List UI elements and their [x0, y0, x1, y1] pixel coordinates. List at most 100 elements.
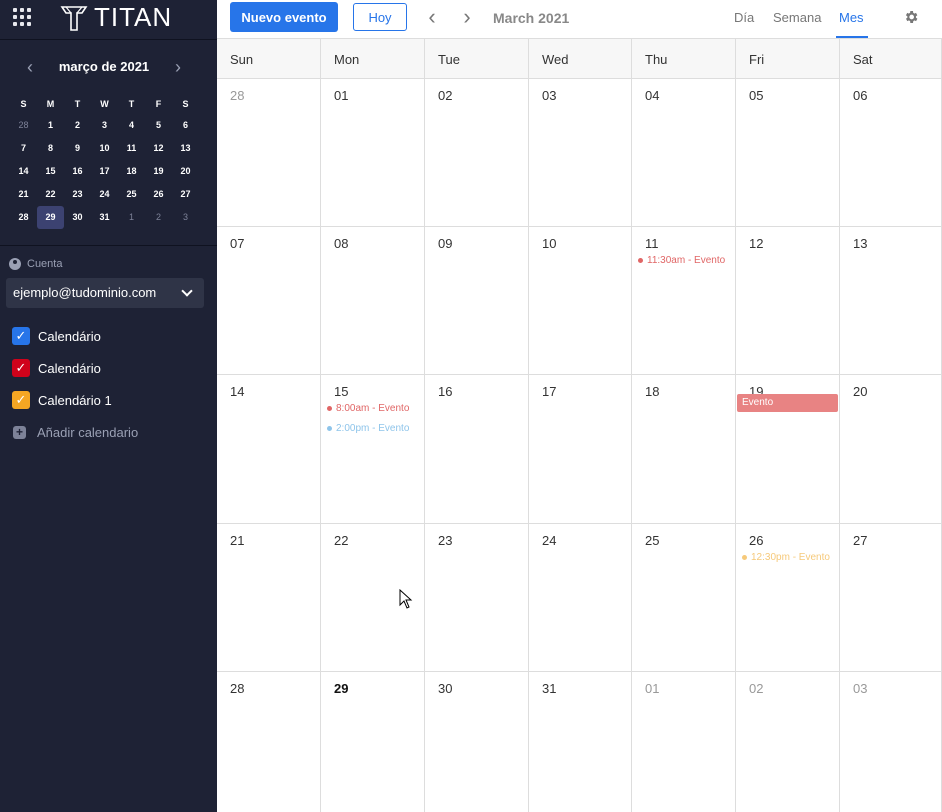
day-cell[interactable]: 17 [529, 375, 632, 523]
add-calendar-button[interactable]: + Añadir calendario [13, 425, 138, 440]
day-cell[interactable]: 28 [217, 79, 321, 226]
mini-day[interactable]: 7 [10, 137, 37, 160]
mini-day[interactable]: 15 [37, 160, 64, 183]
day-cell[interactable]: 02 [425, 79, 529, 226]
mini-day[interactable]: 8 [37, 137, 64, 160]
mini-day[interactable]: 21 [10, 183, 37, 206]
mini-next-month-icon[interactable]: › [168, 56, 188, 78]
day-cell[interactable]: 21 [217, 524, 321, 671]
mini-day[interactable]: 11 [118, 137, 145, 160]
mini-day[interactable]: 23 [64, 183, 91, 206]
day-cell[interactable]: 30 [425, 672, 529, 812]
day-cell[interactable]: 02 [736, 672, 840, 812]
mini-day[interactable]: 20 [172, 160, 199, 183]
day-cell[interactable]: 18 [632, 375, 736, 523]
day-cell[interactable]: 31 [529, 672, 632, 812]
calendar-item-label: Calendário 1 [38, 392, 112, 408]
mini-day[interactable]: 30 [64, 206, 91, 229]
day-cell[interactable]: 04 [632, 79, 736, 226]
mini-day[interactable]: 16 [64, 160, 91, 183]
mini-day[interactable]: 24 [91, 183, 118, 206]
user-icon [9, 258, 21, 270]
mini-day[interactable]: 27 [172, 183, 199, 206]
calendar-item[interactable]: ✓ Calendário [12, 358, 101, 378]
day-cell[interactable]: 15 8:00am - Evento 2:00pm - Evento [321, 375, 425, 523]
checkbox-checked-icon[interactable]: ✓ [12, 359, 30, 377]
mini-day[interactable]: 1 [118, 206, 145, 229]
day-number: 12 [749, 236, 764, 251]
calendar-item[interactable]: ✓ Calendário 1 [12, 390, 112, 410]
mini-day[interactable]: 5 [145, 114, 172, 137]
new-event-button[interactable]: Nuevo evento [230, 2, 338, 32]
checkbox-checked-icon[interactable]: ✓ [12, 327, 30, 345]
apps-grid-icon[interactable] [13, 8, 31, 26]
prev-month-icon[interactable]: ‹ [422, 4, 442, 30]
day-cell[interactable]: 25 [632, 524, 736, 671]
day-cell[interactable]: 28 [217, 672, 321, 812]
mini-day[interactable]: 3 [91, 114, 118, 137]
gear-icon[interactable] [903, 9, 919, 25]
mini-day[interactable]: 9 [64, 137, 91, 160]
day-cell[interactable]: 16 [425, 375, 529, 523]
mini-day[interactable]: 13 [172, 137, 199, 160]
day-cell[interactable]: 11 11:30am - Evento [632, 227, 736, 374]
day-cell[interactable]: 12 [736, 227, 840, 374]
day-cell[interactable]: 01 [632, 672, 736, 812]
tab-week[interactable]: Semana [773, 10, 821, 25]
mini-day[interactable]: 28 [10, 114, 37, 137]
day-number: 04 [645, 88, 660, 103]
mini-day[interactable]: 3 [172, 206, 199, 229]
day-cell[interactable]: 19 Evento [736, 375, 840, 523]
day-cell[interactable]: 14 [217, 375, 321, 523]
event-chip[interactable]: 12:30pm - Evento [742, 552, 830, 563]
mini-day[interactable]: 19 [145, 160, 172, 183]
today-button[interactable]: Hoy [353, 3, 407, 31]
mini-day[interactable]: 12 [145, 137, 172, 160]
calendar-item[interactable]: ✓ Calendário [12, 326, 101, 346]
event-chip[interactable]: 2:00pm - Evento [327, 423, 409, 434]
account-dropdown[interactable]: ejemplo@tudominio.com [6, 278, 204, 308]
day-cell[interactable]: 07 [217, 227, 321, 374]
mini-day[interactable]: 10 [91, 137, 118, 160]
mini-day[interactable]: 26 [145, 183, 172, 206]
mini-day[interactable]: 25 [118, 183, 145, 206]
day-cell[interactable]: 08 [321, 227, 425, 374]
mini-day[interactable]: 18 [118, 160, 145, 183]
tab-month[interactable]: Mes [839, 10, 864, 25]
day-cell[interactable]: 27 [840, 524, 942, 671]
mini-day[interactable]: 4 [118, 114, 145, 137]
day-cell[interactable]: 09 [425, 227, 529, 374]
weekday-header: Fri [736, 39, 840, 79]
mini-day[interactable]: 17 [91, 160, 118, 183]
day-cell[interactable]: 20 [840, 375, 942, 523]
mini-day[interactable]: 2 [64, 114, 91, 137]
day-cell[interactable]: 23 [425, 524, 529, 671]
event-chip[interactable]: 8:00am - Evento [327, 403, 409, 414]
day-cell[interactable]: 03 [529, 79, 632, 226]
account-label: Cuenta [9, 258, 62, 270]
day-cell[interactable]: 01 [321, 79, 425, 226]
day-cell[interactable]: 06 [840, 79, 942, 226]
mini-day[interactable]: 31 [91, 206, 118, 229]
checkbox-checked-icon[interactable]: ✓ [12, 391, 30, 409]
day-cell[interactable]: 13 [840, 227, 942, 374]
event-chip[interactable]: 11:30am - Evento [638, 255, 725, 266]
mini-weekday-label: W [100, 99, 109, 109]
day-cell[interactable]: 29 [321, 672, 425, 812]
mini-day[interactable]: 6 [172, 114, 199, 137]
day-cell[interactable]: 03 [840, 672, 942, 812]
event-block[interactable]: Evento [737, 394, 838, 412]
mini-day-selected[interactable]: 29 [37, 206, 64, 229]
day-cell[interactable]: 24 [529, 524, 632, 671]
day-cell[interactable]: 10 [529, 227, 632, 374]
mini-prev-month-icon[interactable]: ‹ [20, 56, 40, 78]
mini-day[interactable]: 28 [10, 206, 37, 229]
next-month-icon[interactable]: › [457, 4, 477, 30]
mini-day[interactable]: 22 [37, 183, 64, 206]
tab-day[interactable]: Día [734, 10, 754, 25]
day-cell[interactable]: 26 12:30pm - Evento [736, 524, 840, 671]
mini-day[interactable]: 14 [10, 160, 37, 183]
day-cell[interactable]: 05 [736, 79, 840, 226]
mini-day[interactable]: 1 [37, 114, 64, 137]
mini-day[interactable]: 2 [145, 206, 172, 229]
